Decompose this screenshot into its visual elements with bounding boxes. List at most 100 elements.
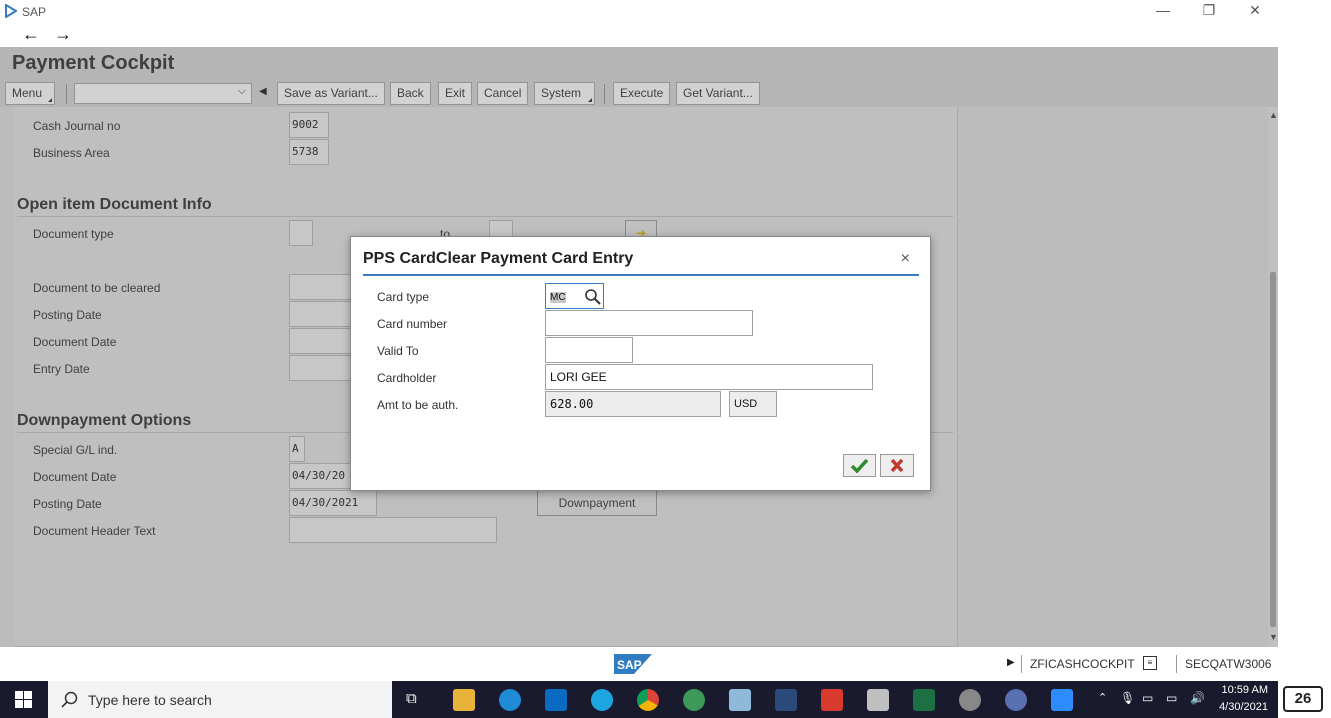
- vertical-scrollbar[interactable]: ▲ ▼: [1268, 107, 1278, 647]
- document-type-label: Document type: [33, 227, 114, 241]
- special-gl-label: Special G/L ind.: [33, 443, 118, 457]
- dp-posting-date-field[interactable]: 04/30/2021: [289, 490, 377, 516]
- cardholder-label: Cardholder: [377, 371, 437, 385]
- restore-button[interactable]: ❐: [1194, 2, 1224, 19]
- printer-app-icon[interactable]: [867, 689, 889, 711]
- app-header: Payment Cockpit: [0, 47, 1278, 81]
- skype-icon[interactable]: [591, 689, 613, 711]
- checkmark-icon: [850, 458, 869, 474]
- get-variant-button[interactable]: Get Variant...: [676, 82, 760, 105]
- sap-brand-logo: SAP: [614, 654, 652, 674]
- page-counter-badge: 26: [1283, 686, 1323, 712]
- taskbar-time: 10:59 AM: [1221, 684, 1268, 696]
- network-icon[interactable]: ▭: [1142, 691, 1153, 705]
- toolbar-separator: [66, 84, 67, 104]
- excel-icon[interactable]: [913, 689, 935, 711]
- zoom-icon[interactable]: [1051, 689, 1073, 711]
- dialog-close-icon[interactable]: ×: [901, 250, 910, 268]
- windows-logo-icon: [15, 691, 32, 708]
- currency-field: USD: [729, 391, 777, 417]
- microphone-icon[interactable]: 🎙: [1120, 691, 1135, 705]
- chrome-icon[interactable]: [637, 689, 659, 711]
- downpayment-button[interactable]: Downpayment: [537, 490, 657, 516]
- page-title: Payment Cockpit: [12, 52, 175, 74]
- edge-browser-icon[interactable]: [499, 689, 521, 711]
- search-help-icon[interactable]: [585, 289, 601, 305]
- system-button[interactable]: System: [534, 82, 595, 105]
- volume-icon[interactable]: 🔊: [1190, 691, 1205, 705]
- posting-date-label: Posting Date: [33, 308, 102, 322]
- toolbar-separator: [604, 84, 605, 104]
- card-type-field[interactable]: MC: [545, 283, 604, 309]
- cash-journal-label: Cash Journal no: [33, 119, 121, 133]
- document-header-text-field[interactable]: [289, 517, 497, 543]
- back-arrow-icon[interactable]: ←: [22, 24, 40, 45]
- document-date-label: Document Date: [33, 335, 117, 349]
- cash-journal-field[interactable]: 9002: [289, 112, 329, 138]
- save-as-variant-button[interactable]: Save as Variant...: [277, 82, 385, 105]
- exit-button[interactable]: Exit: [438, 82, 473, 105]
- business-area-field[interactable]: 5738: [289, 139, 329, 165]
- back-button[interactable]: Back: [390, 82, 431, 105]
- windows-taskbar: Type here to search ⧉ ⌃ 🎙 ▭ ▭ 🔊 10:59 AM…: [0, 681, 1278, 718]
- card-type-value: MC: [550, 292, 566, 303]
- snagit-icon[interactable]: [821, 689, 843, 711]
- downpayment-section-title: Downpayment Options: [17, 412, 192, 429]
- svg-text:SAP: SAP: [617, 658, 642, 672]
- navigation-bar: ← →: [0, 23, 1278, 47]
- display-icon[interactable]: ▭: [1166, 691, 1177, 705]
- window-titlebar: SAP — ❐ ✕: [0, 0, 1278, 23]
- valid-to-field[interactable]: [545, 337, 633, 363]
- menu-button[interactable]: Menu: [5, 82, 55, 105]
- caret-left-icon[interactable]: ◀: [259, 86, 267, 97]
- windows-start-button[interactable]: [0, 681, 47, 718]
- menu-label: Menu: [12, 86, 43, 100]
- card-number-label: Card number: [377, 317, 448, 331]
- sap-logon-icon[interactable]: [775, 689, 797, 711]
- chevron-down-icon: ⌵: [237, 85, 246, 97]
- notes-app-icon[interactable]: [729, 689, 751, 711]
- taskbar-date: 4/30/2021: [1219, 701, 1268, 713]
- globe-app-icon[interactable]: [683, 689, 705, 711]
- amount-label: Amt to be auth.: [377, 398, 459, 412]
- payment-card-dialog: PPS CardClear Payment Card Entry × Card …: [350, 236, 931, 491]
- sap-logo-icon: [5, 4, 17, 18]
- file-explorer-icon[interactable]: [453, 689, 475, 711]
- right-panel: [958, 107, 1268, 647]
- document-type-field[interactable]: [289, 220, 313, 246]
- business-area-label: Business Area: [33, 146, 110, 160]
- task-view-icon[interactable]: ⧉: [406, 690, 417, 707]
- scroll-down-icon[interactable]: ▼: [1269, 632, 1278, 642]
- tray-expand-icon[interactable]: ⌃: [1098, 691, 1107, 704]
- dialog-title-underline: [363, 274, 919, 276]
- search-icon: [61, 691, 78, 708]
- execute-button[interactable]: Execute: [613, 82, 671, 105]
- outlook-icon[interactable]: [545, 689, 567, 711]
- cancel-dialog-button[interactable]: [880, 454, 914, 477]
- left-strip: [0, 107, 14, 647]
- document-to-be-cleared-label: Document to be cleared: [33, 281, 161, 295]
- scroll-up-icon[interactable]: ▲: [1269, 110, 1278, 120]
- expand-status-icon[interactable]: ▶: [1007, 657, 1015, 668]
- special-gl-field[interactable]: A: [289, 436, 305, 462]
- confirm-button[interactable]: [843, 454, 876, 477]
- taskbar-search-box[interactable]: Type here to search: [48, 681, 392, 718]
- toolbar: Menu ⌵ ◀ Save as Variant... Back Exit Ca…: [0, 81, 1278, 107]
- transaction-code: ZFICASHCOCKPIT: [1030, 657, 1135, 671]
- open-item-section-title: Open item Document Info: [17, 196, 212, 213]
- search-placeholder: Type here to search: [88, 692, 212, 708]
- cardholder-field[interactable]: LORI GEE: [545, 364, 873, 390]
- cancel-x-icon: [890, 458, 904, 473]
- remote-desktop-icon[interactable]: [1005, 689, 1027, 711]
- cancel-button[interactable]: Cancel: [477, 82, 529, 105]
- settings-gear-icon[interactable]: [959, 689, 981, 711]
- variant-select[interactable]: ⌵: [74, 83, 252, 104]
- status-list-icon[interactable]: ≡: [1143, 656, 1157, 670]
- close-window-button[interactable]: ✕: [1240, 2, 1270, 19]
- section-divider: [17, 216, 953, 217]
- scrollbar-thumb[interactable]: [1270, 272, 1276, 627]
- minimize-button[interactable]: —: [1148, 2, 1178, 18]
- card-number-field[interactable]: [545, 310, 753, 336]
- forward-arrow-icon[interactable]: →: [54, 24, 72, 45]
- amount-field: 628.00: [545, 391, 721, 417]
